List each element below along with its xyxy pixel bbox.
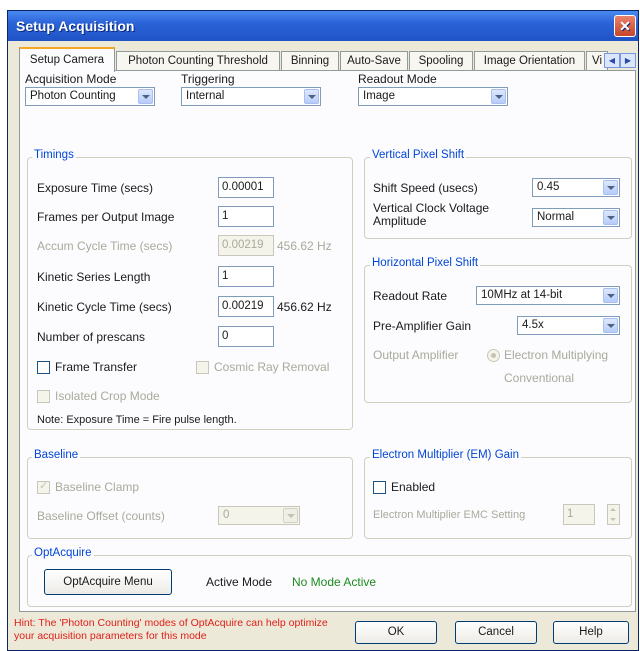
window-title: Setup Acquisition [16, 18, 135, 34]
baseline-offset-select: 0 [218, 506, 300, 525]
tab-auto-save[interactable]: Auto-Save [340, 51, 408, 71]
conventional-label: Conventional [504, 371, 575, 385]
tab-binning[interactable]: Binning [281, 51, 339, 71]
pre-amplifier-gain-select[interactable]: 4.5x [517, 316, 620, 335]
shift-speed-label: Shift Speed (usecs) [373, 181, 478, 195]
readout-mode-label: Readout Mode [358, 72, 437, 86]
readout-mode-select[interactable]: Image [358, 87, 508, 106]
setup-camera-panel: Acquisition Mode Photon Counting Trigger… [19, 70, 636, 612]
kinetic-series-length-input[interactable]: 1 [218, 266, 274, 287]
baseline-offset-label: Baseline Offset (counts) [37, 509, 165, 523]
cosmic-ray-removal-checkbox [196, 361, 209, 374]
chevron-down-icon [283, 508, 298, 523]
exposure-time-input[interactable]: 0.00001 [218, 177, 274, 198]
cosmic-ray-removal-label: Cosmic Ray Removal [214, 360, 330, 374]
baseline-title: Baseline [32, 449, 81, 461]
optacquire-menu-button[interactable]: OptAcquire Menu [44, 569, 172, 595]
shift-speed-select[interactable]: 0.45 [532, 178, 620, 197]
number-of-prescans-input[interactable]: 0 [218, 326, 274, 347]
number-of-prescans-label: Number of prescans [37, 330, 146, 344]
chevron-down-icon [491, 89, 506, 104]
tab-spooling[interactable]: Spooling [409, 51, 473, 71]
exposure-time-label: Exposure Time (secs) [37, 181, 154, 195]
tab-image-orientation[interactable]: Image Orientation [474, 51, 585, 71]
readout-rate-label: Readout Rate [373, 289, 448, 303]
chevron-down-icon [304, 89, 319, 104]
em-setting-spinner [607, 504, 620, 525]
readout-rate-select[interactable]: 10MHz at 14-bit [476, 286, 620, 305]
active-mode-value: No Mode Active [292, 575, 377, 589]
electron-multiplying-radio [487, 349, 500, 362]
acquisition-mode-select[interactable]: Photon Counting [25, 87, 155, 106]
em-gain-enabled-label: Enabled [391, 480, 436, 494]
tab-scroll-right-icon[interactable]: ▶ [620, 53, 636, 68]
kinetic-cycle-time-input[interactable]: 0.00219 [218, 296, 274, 317]
readout-mode-value: Image [363, 90, 395, 102]
kinetic-cycle-time-label: Kinetic Cycle Time (secs) [37, 300, 172, 314]
triggering-label: Triggering [181, 72, 235, 86]
acquisition-mode-label: Acquisition Mode [25, 72, 117, 86]
kinetic-series-length-label: Kinetic Series Length [37, 270, 151, 284]
acquisition-mode-value: Photon Counting [30, 90, 116, 102]
output-amplifier-label: Output Amplifier [373, 348, 459, 362]
em-setting-input: 1 [563, 504, 595, 525]
pre-amplifier-gain-value: 4.5x [522, 319, 544, 331]
optacquire-title: OptAcquire [32, 547, 94, 559]
accum-cycle-time-input: 0.00219 [218, 235, 274, 256]
timings-note: Note: Exposure Time = Fire pulse length. [37, 414, 237, 426]
chevron-down-icon [138, 89, 153, 104]
vertical-pixel-shift-title: Vertical Pixel Shift [370, 149, 467, 161]
em-gain-group [364, 457, 632, 539]
help-button[interactable]: Help [553, 621, 629, 644]
vertical-clock-voltage-value: Normal [537, 211, 575, 223]
frame-transfer-checkbox[interactable] [37, 361, 50, 374]
cancel-button[interactable]: Cancel [455, 621, 537, 644]
accum-cycle-hz: 456.62 Hz [277, 239, 332, 253]
baseline-offset-value: 0 [223, 509, 230, 521]
em-setting-label: Electron Multiplier EMC Setting [373, 509, 526, 521]
close-button[interactable]: ✕ [614, 15, 636, 37]
baseline-clamp-checkbox [37, 479, 50, 494]
tab-setup-camera[interactable]: Setup Camera [19, 47, 115, 72]
isolated-crop-mode-checkbox [37, 390, 50, 403]
vertical-clock-voltage-label: Vertical Clock Voltage Amplitude [373, 201, 490, 228]
hint-text: Hint: The 'Photon Counting' modes of Opt… [14, 617, 328, 642]
frames-per-output-label: Frames per Output Image [37, 210, 175, 224]
em-gain-title: Electron Multiplier (EM) Gain [370, 449, 521, 461]
pre-amplifier-gain-label: Pre-Amplifier Gain [373, 319, 472, 333]
chevron-down-icon [603, 288, 618, 303]
em-gain-enabled-checkbox[interactable] [373, 481, 386, 494]
shift-speed-value: 0.45 [537, 181, 560, 193]
chevron-down-icon [603, 180, 618, 195]
baseline-group [27, 457, 353, 539]
timings-title: Timings [32, 149, 76, 161]
electron-multiplying-label: Electron Multiplying [504, 348, 609, 362]
frames-per-output-input[interactable]: 1 [218, 206, 274, 227]
title-bar: Setup Acquisition ✕ [8, 11, 638, 41]
kinetic-cycle-hz: 456.62 Hz [277, 300, 332, 314]
baseline-clamp-label: Baseline Clamp [55, 480, 140, 494]
tab-scroll-left-icon[interactable]: ◀ [604, 53, 620, 68]
tab-photon-counting-threshold[interactable]: Photon Counting Threshold [116, 51, 280, 71]
vertical-clock-voltage-select[interactable]: Normal [532, 208, 620, 227]
frame-transfer-label: Frame Transfer [55, 360, 138, 374]
readout-rate-value: 10MHz at 14-bit [481, 289, 563, 301]
triggering-select[interactable]: Internal [181, 87, 321, 106]
chevron-down-icon [603, 318, 618, 333]
triggering-value: Internal [186, 90, 225, 102]
accum-cycle-time-label: Accum Cycle Time (secs) [37, 239, 173, 253]
active-mode-label: Active Mode [206, 575, 273, 589]
horizontal-pixel-shift-title: Horizontal Pixel Shift [370, 257, 481, 269]
setup-acquisition-dialog: Setup Acquisition ✕ Setup Camera Photon … [7, 10, 639, 651]
ok-button[interactable]: OK [355, 621, 437, 644]
isolated-crop-mode-label: Isolated Crop Mode [55, 389, 160, 403]
tab-strip: Setup Camera Photon Counting Threshold B… [19, 47, 639, 72]
chevron-down-icon [603, 210, 618, 225]
